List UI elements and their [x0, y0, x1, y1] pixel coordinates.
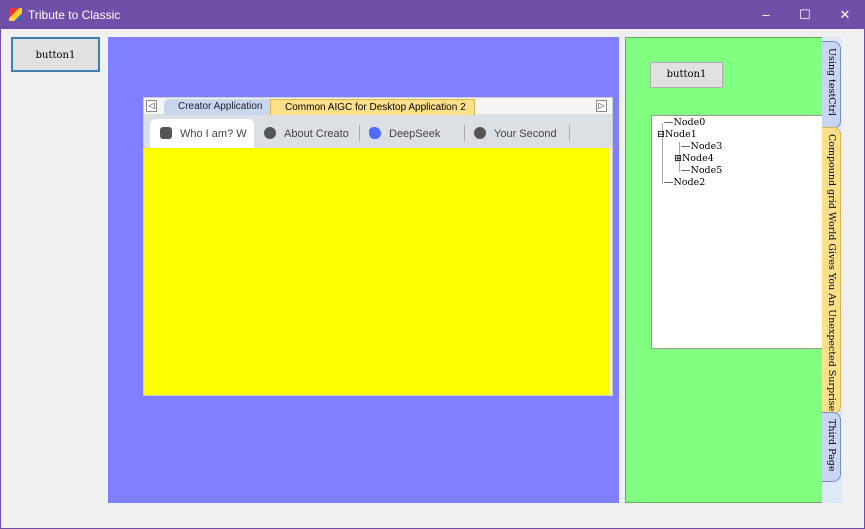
document-window: ◁ Creator Application Common AIGC for De…	[143, 97, 613, 396]
minimize-button[interactable]: –	[746, 1, 786, 29]
app-icon	[9, 8, 22, 21]
title-bar: Tribute to Classic – ☐ ✕	[1, 1, 865, 29]
tab-label: Who I am? W	[180, 128, 247, 140]
globe-icon	[474, 127, 486, 139]
tab-separator	[359, 125, 360, 141]
globe-icon	[264, 127, 276, 139]
browser-tab[interactable]: Who I am? W	[150, 119, 254, 148]
browser-tab[interactable]: Your Second	[474, 119, 562, 148]
panel-button1[interactable]: button1	[650, 62, 723, 88]
browser-content	[144, 148, 610, 395]
vertical-tab-strip: Using testCtrl Compound grid World Gives…	[822, 37, 842, 503]
deepseek-icon	[369, 127, 381, 139]
browser-tab[interactable]: DeepSeek	[369, 119, 459, 148]
tree-view[interactable]: —Node0 ⊟Node1 —Node3 ⊞Node4 —Node5 —Node…	[651, 115, 824, 349]
tab-separator	[569, 125, 570, 141]
browser-tab[interactable]: About Creato	[264, 119, 352, 148]
tree-node[interactable]: —Node3	[681, 141, 722, 152]
tree-node[interactable]: —Node5	[681, 165, 722, 176]
tab-compound-grid[interactable]: Compound grid World Gives You An Unexpec…	[822, 127, 841, 414]
maximize-button[interactable]: ☐	[785, 1, 825, 29]
tab-label: DeepSeek	[389, 128, 441, 140]
doc-tab-common-aigc[interactable]: Common AIGC for Desktop Application 2	[270, 99, 475, 115]
blue-panel: ◁ Creator Application Common AIGC for De…	[108, 37, 619, 503]
tab-label: Your Second	[494, 128, 557, 140]
tab-third-page[interactable]: Third Page	[822, 412, 841, 482]
tree-node[interactable]: —Node2	[664, 177, 705, 188]
collapse-icon[interactable]: ⊟	[657, 129, 665, 140]
browser-tab-strip: Who I am? W About Creato DeepSeek Your S…	[144, 115, 612, 148]
tab-separator	[464, 125, 465, 141]
tree-node[interactable]: —Node0	[664, 117, 705, 128]
expand-icon[interactable]: ⊞	[674, 153, 682, 164]
button1[interactable]: button1	[11, 37, 100, 72]
tree-node[interactable]: ⊞Node4	[674, 153, 714, 164]
tab-label: About Creato	[284, 128, 349, 140]
window-title: Tribute to Classic	[28, 8, 121, 22]
tree-node[interactable]: ⊟Node1	[657, 129, 697, 140]
close-button[interactable]: ✕	[825, 1, 865, 29]
document-tab-strip: ◁ Creator Application Common AIGC for De…	[144, 98, 612, 115]
scroll-left-button[interactable]: ◁	[146, 100, 157, 112]
scroll-right-button[interactable]: ▷	[596, 100, 607, 112]
page-icon	[160, 127, 172, 139]
tab-using-testctrl[interactable]: Using testCtrl	[822, 41, 841, 129]
doc-tab-creator-application[interactable]: Creator Application	[164, 99, 271, 115]
green-panel: button1 —Node0 ⊟Node1 —Node3 ⊞Node4 —Nod…	[625, 37, 824, 503]
